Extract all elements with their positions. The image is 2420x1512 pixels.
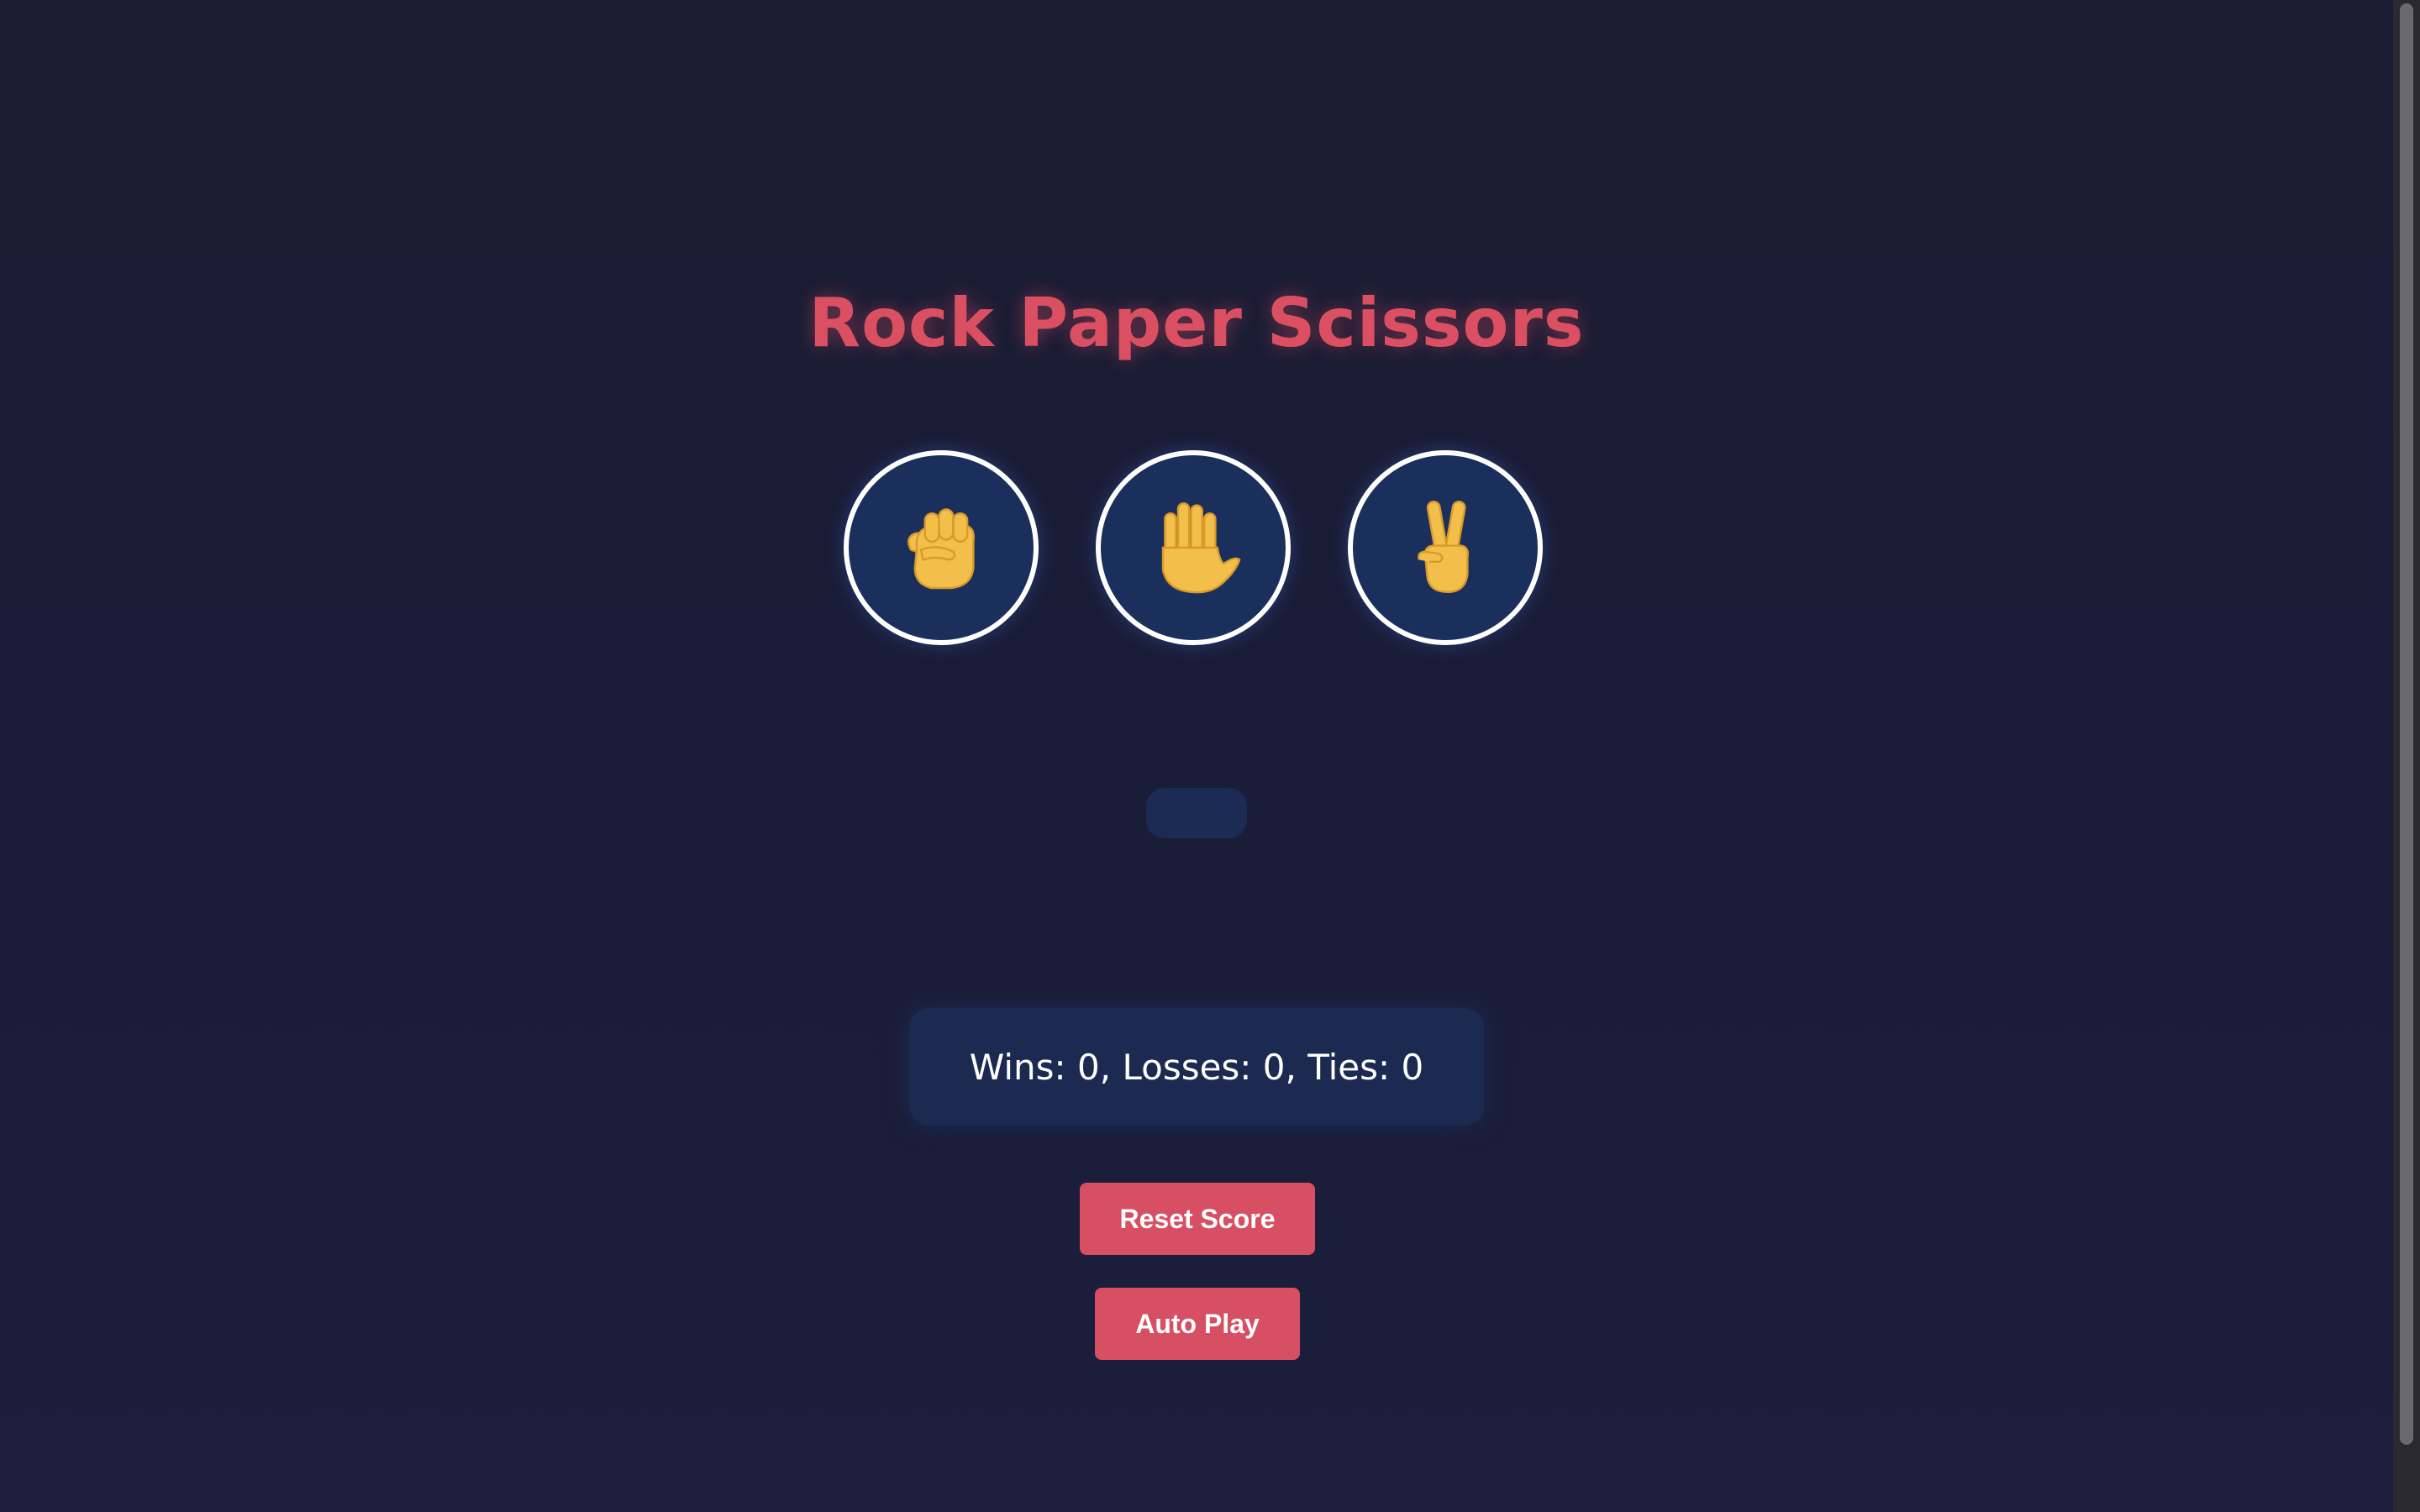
vertical-scrollbar[interactable] (2393, 0, 2420, 1512)
paper-button[interactable] (1096, 450, 1291, 645)
score-card: Wins: 0, Losses: 0, Ties: 0 (909, 1008, 1484, 1126)
raised-hand-icon (1161, 502, 1241, 594)
result-display (1146, 788, 1247, 838)
raised-fist-icon (908, 508, 975, 590)
scrollbar-thumb[interactable] (2400, 3, 2413, 1445)
game-page: Rock Paper Scissors Wins: 0, Losses: 0, … (0, 0, 2393, 1512)
score-text: Wins: 0, Losses: 0, Ties: 0 (969, 1046, 1424, 1088)
victory-hand-icon (1418, 500, 1470, 594)
rock-button[interactable] (844, 450, 1039, 645)
auto-play-button[interactable]: Auto Play (1095, 1288, 1300, 1360)
reset-score-button[interactable]: Reset Score (1080, 1183, 1315, 1255)
page-title: Rock Paper Scissors (808, 284, 1585, 362)
scissors-button[interactable] (1348, 450, 1543, 645)
choice-buttons (844, 450, 1551, 655)
